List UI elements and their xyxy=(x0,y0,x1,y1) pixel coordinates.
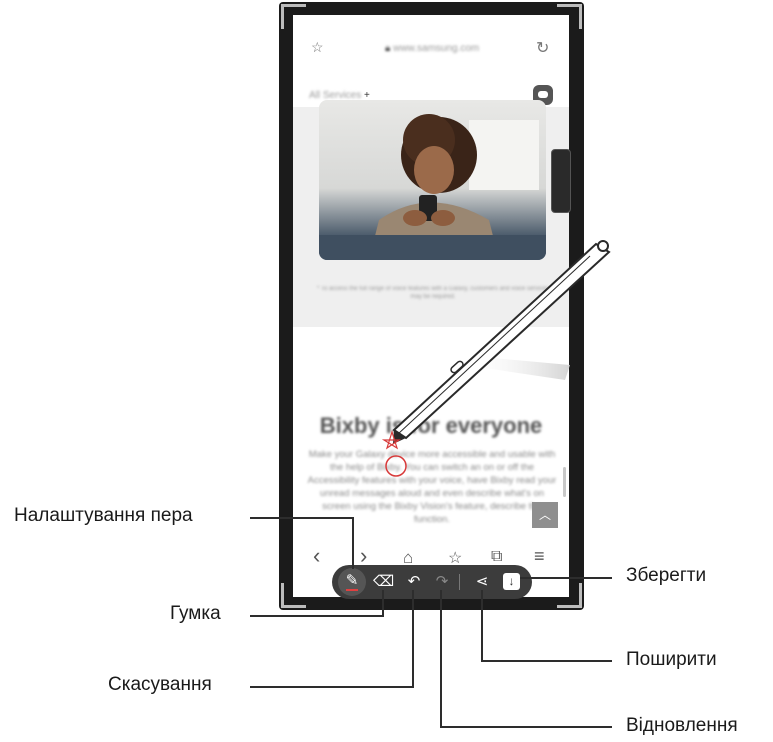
pen-color-indicator xyxy=(346,589,358,591)
undo-button[interactable]: ↶ xyxy=(404,572,424,592)
undo-icon: ↶ xyxy=(407,573,421,590)
callout-line-share-h xyxy=(481,660,612,662)
menu-button[interactable]: ≡ xyxy=(534,546,545,567)
edge-panel-handle[interactable] xyxy=(551,149,571,213)
back-button[interactable]: ‹ xyxy=(313,543,320,569)
frame-corner-br xyxy=(557,583,582,608)
spen-illustration xyxy=(381,240,611,477)
chevron-up-icon: ︿ xyxy=(538,508,551,522)
pencil-icon: ✎ xyxy=(345,572,359,589)
save-icon: ↓ xyxy=(508,574,515,588)
url-text: www.samsung.com xyxy=(393,43,480,54)
callout-line-redo-h xyxy=(440,726,612,728)
label-redo: Відновлення xyxy=(626,715,738,736)
label-undo: Скасування xyxy=(108,674,212,695)
callout-line-pen-h xyxy=(250,517,354,519)
share-button[interactable]: ⋖ xyxy=(472,572,492,592)
callout-line-undo-h xyxy=(250,686,414,688)
redo-icon: ↷ xyxy=(435,573,449,590)
toolbar-divider xyxy=(459,574,460,590)
tabs-button[interactable]: ⧉ xyxy=(491,548,502,566)
callout-line-undo-v xyxy=(412,590,414,688)
frame-corner-bl xyxy=(281,583,306,608)
callout-line-save xyxy=(520,577,612,579)
reload-icon[interactable]: ↻ xyxy=(536,38,549,58)
eraser-icon: ⌫ xyxy=(373,573,395,590)
url-bar[interactable]: 🔒︎ www.samsung.com xyxy=(385,43,479,54)
bookmark-star-icon[interactable]: ☆ xyxy=(311,39,324,56)
save-button[interactable]: ↓ xyxy=(503,573,520,590)
callout-line-eraser-h xyxy=(250,615,384,617)
share-icon: ⋖ xyxy=(475,573,489,590)
callout-line-eraser-v xyxy=(382,590,384,617)
callout-line-share-v xyxy=(481,590,483,662)
redo-button[interactable]: ↷ xyxy=(432,572,452,592)
lock-icon: 🔒︎ xyxy=(385,43,391,54)
red-circle-mark xyxy=(385,455,407,477)
label-share: Поширити xyxy=(626,649,717,670)
pen-body xyxy=(392,242,611,440)
frame-corner-tr xyxy=(557,4,582,29)
callout-line-pen-v xyxy=(352,517,354,569)
pen-cap xyxy=(597,240,609,252)
scroll-top-button[interactable]: ︿ xyxy=(532,502,558,528)
label-eraser: Гумка xyxy=(170,603,221,624)
eraser-button[interactable]: ⌫ xyxy=(373,572,395,592)
label-pen-settings: Налаштування пера xyxy=(14,505,193,526)
callout-line-redo-v xyxy=(440,590,442,728)
pen-settings-button[interactable]: ✎ xyxy=(338,568,366,596)
label-save: Зберегти xyxy=(626,565,707,586)
drawing-toolbar: ✎ ⌫ ↶ ↷ ⋖ ↓ xyxy=(332,565,532,599)
pen-body-line xyxy=(397,255,591,435)
frame-corner-tl xyxy=(281,4,306,29)
